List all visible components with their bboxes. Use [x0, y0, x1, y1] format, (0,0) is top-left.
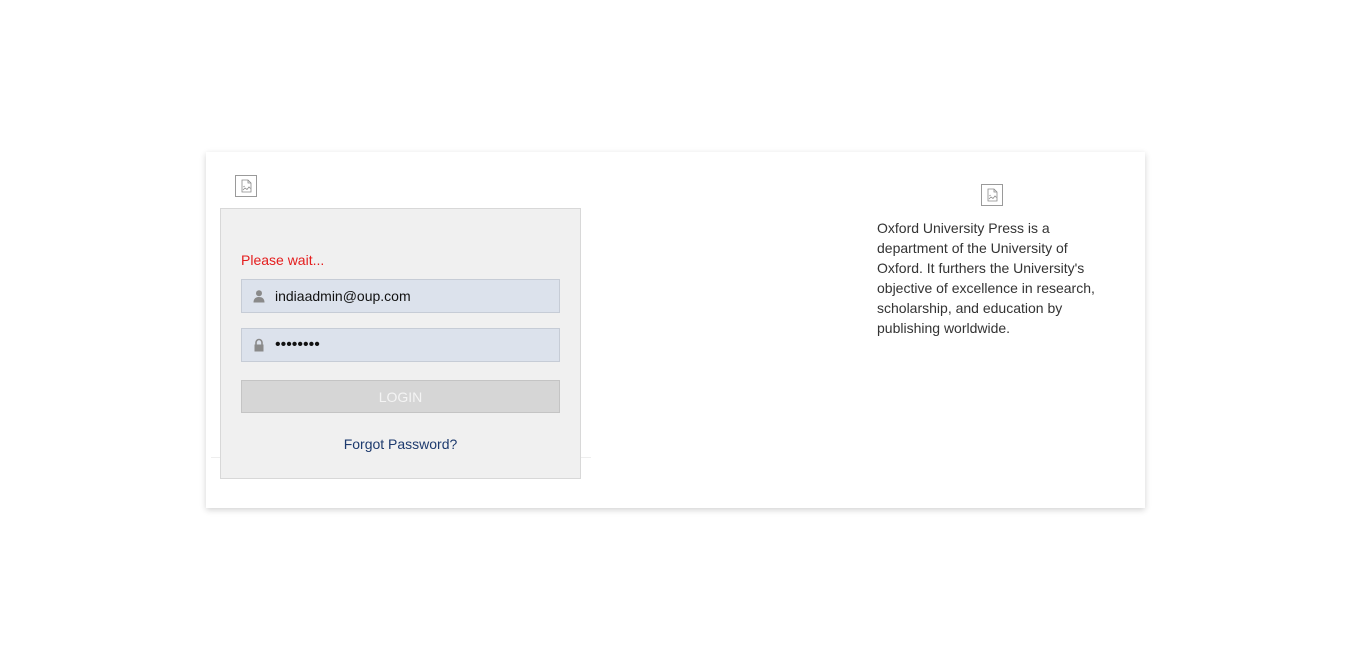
login-button[interactable]: LOGIN — [241, 380, 560, 413]
password-field[interactable] — [241, 328, 560, 362]
login-panel: Please wait... LOGIN Forgot Password? — [220, 208, 581, 479]
login-card: Please wait... LOGIN Forgot Password? — [206, 152, 1145, 508]
email-field[interactable] — [241, 279, 560, 313]
password-input[interactable] — [275, 329, 550, 361]
status-message: Please wait... — [241, 252, 325, 268]
about-description: Oxford University Press is a department … — [877, 220, 1095, 336]
broken-image-icon — [981, 184, 1003, 206]
email-input[interactable] — [275, 280, 550, 312]
broken-image-icon — [235, 175, 257, 197]
user-icon — [252, 289, 266, 303]
forgot-password-link[interactable]: Forgot Password? — [221, 436, 580, 452]
lock-icon — [252, 338, 266, 352]
